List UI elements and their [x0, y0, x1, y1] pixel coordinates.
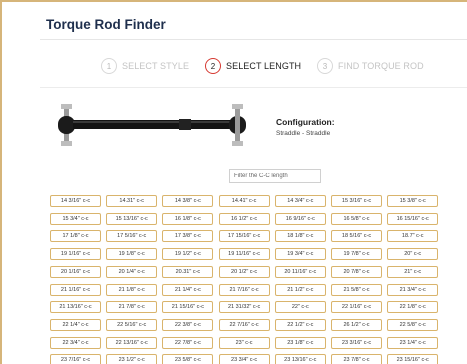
- length-option-button[interactable]: 20 7/8" c-c: [331, 265, 382, 278]
- length-option-button[interactable]: 23 7/16" c-c: [50, 354, 101, 364]
- length-option-button[interactable]: 22 13/16" c-c: [106, 336, 158, 349]
- step-2-label: SELECT LENGTH: [226, 61, 302, 71]
- length-option-button[interactable]: 21 3/4" c-c: [387, 283, 439, 296]
- length-option-button[interactable]: 22 7/8" c-c: [162, 336, 214, 349]
- steps-divider: [40, 87, 467, 88]
- length-option-button[interactable]: 23 15/16" c-c: [387, 354, 439, 364]
- length-option-button[interactable]: 21 31/32" c-c: [218, 301, 270, 314]
- length-option-button[interactable]: 21 5/8" c-c: [331, 283, 382, 296]
- length-option-button[interactable]: 14.31" c-c: [106, 195, 158, 207]
- configuration-label: Configuration:: [276, 117, 335, 127]
- length-option-button[interactable]: 16 9/16" c-c: [274, 212, 326, 225]
- length-option-button[interactable]: 21 1/2" c-c: [274, 283, 326, 296]
- length-option-button[interactable]: 21 7/8" c-c: [106, 301, 158, 314]
- length-option-button[interactable]: 21 7/16" c-c: [218, 283, 270, 296]
- page-title: Torque Rod Finder: [46, 17, 166, 32]
- length-option-button[interactable]: 19 1/8" c-c: [106, 248, 158, 261]
- length-option-button[interactable]: 22" c-c: [274, 301, 326, 314]
- length-option-button[interactable]: 18.7" c-c: [387, 230, 439, 243]
- length-option-button[interactable]: 21 1/4" c-c: [162, 283, 214, 296]
- length-option-button[interactable]: 20" c-c: [387, 248, 439, 261]
- length-option-button[interactable]: 22 3/8" c-c: [162, 318, 214, 331]
- length-option-button[interactable]: 23 1/2" c-c: [106, 354, 158, 364]
- length-option-button[interactable]: 15 3/8" c-c: [387, 195, 439, 207]
- length-option-button[interactable]: 17 15/16" c-c: [218, 230, 270, 243]
- length-option-button[interactable]: 15 3/4" c-c: [50, 212, 101, 225]
- length-option-button[interactable]: 22 7/16" c-c: [218, 318, 270, 331]
- length-option-button[interactable]: 19 1/2" c-c: [162, 248, 214, 261]
- length-option-button[interactable]: 21 1/8" c-c: [106, 283, 158, 296]
- length-option-button[interactable]: 19 1/16" c-c: [50, 248, 101, 261]
- length-option-button[interactable]: 17 1/8" c-c: [50, 230, 101, 243]
- length-option-button[interactable]: 14 3/4" c-c: [274, 195, 326, 207]
- configuration-value: Straddle - Straddle: [276, 130, 331, 137]
- length-option-button[interactable]: 21 1/16" c-c: [50, 283, 101, 296]
- length-option-button[interactable]: 21 15/16" c-c: [162, 301, 214, 314]
- torque-rod-finder-panel: Torque Rod Finder 1 SELECT STYLE 2 SELEC…: [0, 0, 467, 364]
- length-option-button[interactable]: 22 1/4" c-c: [50, 318, 101, 331]
- length-option-button[interactable]: 23 13/16" c-c: [274, 354, 326, 364]
- length-option-button[interactable]: 22 3/4" c-c: [50, 336, 101, 349]
- length-option-button[interactable]: 22 5/8" c-c: [387, 318, 439, 331]
- step-select-style[interactable]: 1 SELECT STYLE: [101, 56, 189, 76]
- step-find-torque-rod[interactable]: 3 FIND TORQUE ROD: [317, 56, 424, 76]
- length-option-button[interactable]: 16 5/8" c-c: [331, 212, 382, 225]
- length-option-button[interactable]: 20 1/16" c-c: [50, 265, 101, 278]
- length-filter-input[interactable]: [229, 169, 321, 183]
- step-1-label: SELECT STYLE: [122, 61, 190, 71]
- step-indicator: 1 SELECT STYLE 2 SELECT LENGTH 3 FIND TO…: [2, 52, 467, 80]
- step-select-length[interactable]: 2 SELECT LENGTH: [205, 56, 301, 76]
- length-option-button[interactable]: 21" c-c: [387, 265, 439, 278]
- length-option-button[interactable]: 22 1/16" c-c: [331, 301, 382, 314]
- length-option-button[interactable]: 23" c-c: [218, 336, 270, 349]
- length-option-button[interactable]: 18 1/8" c-c: [274, 230, 326, 243]
- length-option-button[interactable]: 20 1/4" c-c: [106, 265, 158, 278]
- length-option-button[interactable]: 19 7/8" c-c: [331, 248, 382, 261]
- length-option-button[interactable]: 23 3/4" c-c: [218, 354, 270, 364]
- length-option-button[interactable]: 19 3/4" c-c: [274, 248, 326, 261]
- length-option-button[interactable]: 14.41" c-c: [218, 195, 270, 207]
- length-option-button[interactable]: 23 7/8" c-c: [331, 354, 382, 364]
- length-option-button[interactable]: 23 5/8" c-c: [162, 354, 214, 364]
- length-option-button[interactable]: 14 3/8" c-c: [162, 195, 214, 207]
- title-divider: [40, 39, 467, 40]
- step-3-label: FIND TORQUE ROD: [338, 61, 424, 71]
- length-option-button[interactable]: 23 1/4" c-c: [387, 336, 439, 349]
- length-option-button[interactable]: 23 1/8" c-c: [274, 336, 326, 349]
- length-option-button[interactable]: 15 3/16" c-c: [331, 195, 382, 207]
- length-option-button[interactable]: 22 1/8" c-c: [387, 301, 439, 314]
- length-option-button[interactable]: 16 15/16" c-c: [387, 212, 439, 225]
- length-option-button[interactable]: 26 1/2" c-c: [331, 318, 382, 331]
- length-option-button[interactable]: 14 3/16" c-c: [50, 195, 101, 207]
- length-option-button[interactable]: 22 1/2" c-c: [274, 318, 326, 331]
- length-option-button[interactable]: 17 5/16" c-c: [106, 230, 158, 243]
- step-2-number: 2: [205, 58, 221, 74]
- length-option-button[interactable]: 16 1/2" c-c: [218, 212, 270, 225]
- length-option-button[interactable]: 23 3/16" c-c: [331, 336, 382, 349]
- length-option-button[interactable]: 15 13/16" c-c: [106, 212, 158, 225]
- length-option-button[interactable]: 16 1/8" c-c: [162, 212, 214, 225]
- length-option-button[interactable]: 20 11/16" c-c: [274, 265, 326, 278]
- length-option-button[interactable]: 19 11/16" c-c: [218, 248, 270, 261]
- step-3-number: 3: [317, 58, 333, 74]
- length-option-button[interactable]: 18 5/16" c-c: [331, 230, 382, 243]
- torque-rod-illustration: [58, 104, 246, 146]
- length-option-button[interactable]: 20.31" c-c: [162, 265, 214, 278]
- length-option-button[interactable]: 22 5/16" c-c: [106, 318, 158, 331]
- step-1-number: 1: [101, 58, 117, 74]
- length-option-button[interactable]: 17 3/8" c-c: [162, 230, 214, 243]
- length-option-button[interactable]: 20 1/2" c-c: [218, 265, 270, 278]
- length-option-button[interactable]: 21 13/16" c-c: [50, 301, 101, 314]
